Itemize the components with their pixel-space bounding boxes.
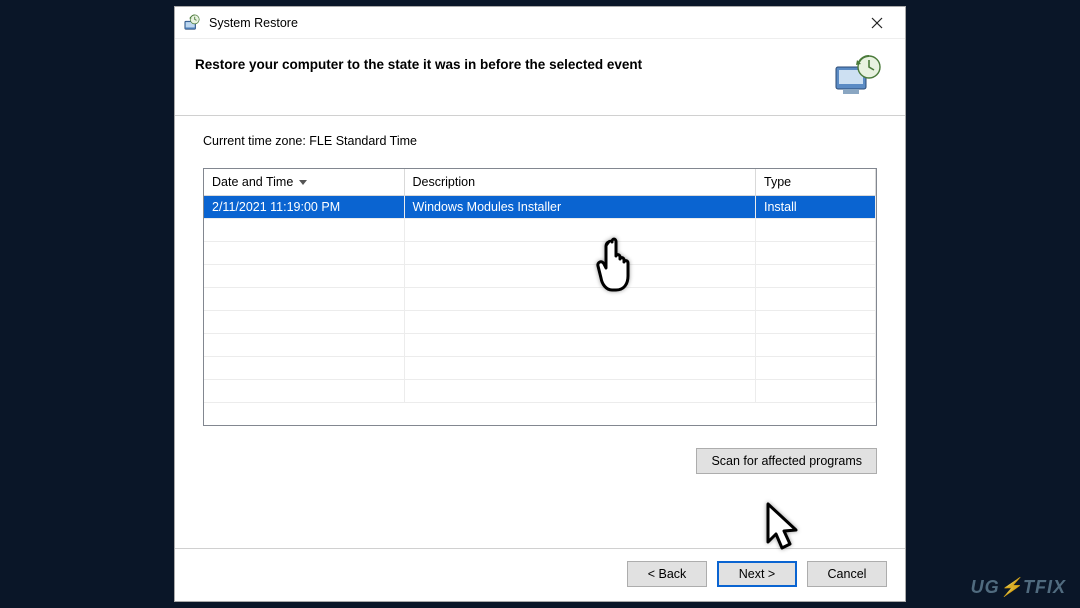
column-header-description[interactable]: Description: [404, 169, 756, 196]
next-button[interactable]: Next >: [717, 561, 797, 587]
restore-points-table[interactable]: Date and Time Description Type 2/11/2021…: [203, 168, 877, 426]
table-row: [204, 242, 876, 265]
system-restore-window: System Restore Restore your computer to …: [174, 6, 906, 602]
cancel-button[interactable]: Cancel: [807, 561, 887, 587]
watermark: UG⚡TFIX: [971, 577, 1066, 598]
table-row: [204, 334, 876, 357]
table-row: [204, 288, 876, 311]
close-button[interactable]: [857, 9, 897, 37]
titlebar: System Restore: [175, 7, 905, 39]
scan-affected-programs-button[interactable]: Scan for affected programs: [696, 448, 877, 474]
page-heading: Restore your computer to the state it wa…: [195, 53, 833, 72]
table-row: [204, 380, 876, 403]
cell-description: Windows Modules Installer: [404, 196, 756, 219]
cell-date: 2/11/2021 11:19:00 PM: [204, 196, 404, 219]
window-title: System Restore: [209, 16, 857, 30]
close-icon: [871, 17, 883, 29]
table-row[interactable]: 2/11/2021 11:19:00 PM Windows Modules In…: [204, 196, 876, 219]
system-restore-graphic-icon: [833, 53, 885, 97]
footer: < Back Next > Cancel: [175, 548, 905, 601]
cell-type: Install: [756, 196, 876, 219]
back-button[interactable]: < Back: [627, 561, 707, 587]
table-row: [204, 311, 876, 334]
header: Restore your computer to the state it wa…: [175, 39, 905, 116]
table-row: [204, 265, 876, 288]
sort-down-icon: [299, 180, 307, 185]
table-row: [204, 357, 876, 380]
table-row: [204, 219, 876, 242]
column-header-date[interactable]: Date and Time: [204, 169, 404, 196]
column-header-type[interactable]: Type: [756, 169, 876, 196]
timezone-label: Current time zone: FLE Standard Time: [203, 134, 877, 148]
content: Current time zone: FLE Standard Time Dat…: [175, 116, 905, 548]
system-restore-icon: [183, 14, 201, 32]
